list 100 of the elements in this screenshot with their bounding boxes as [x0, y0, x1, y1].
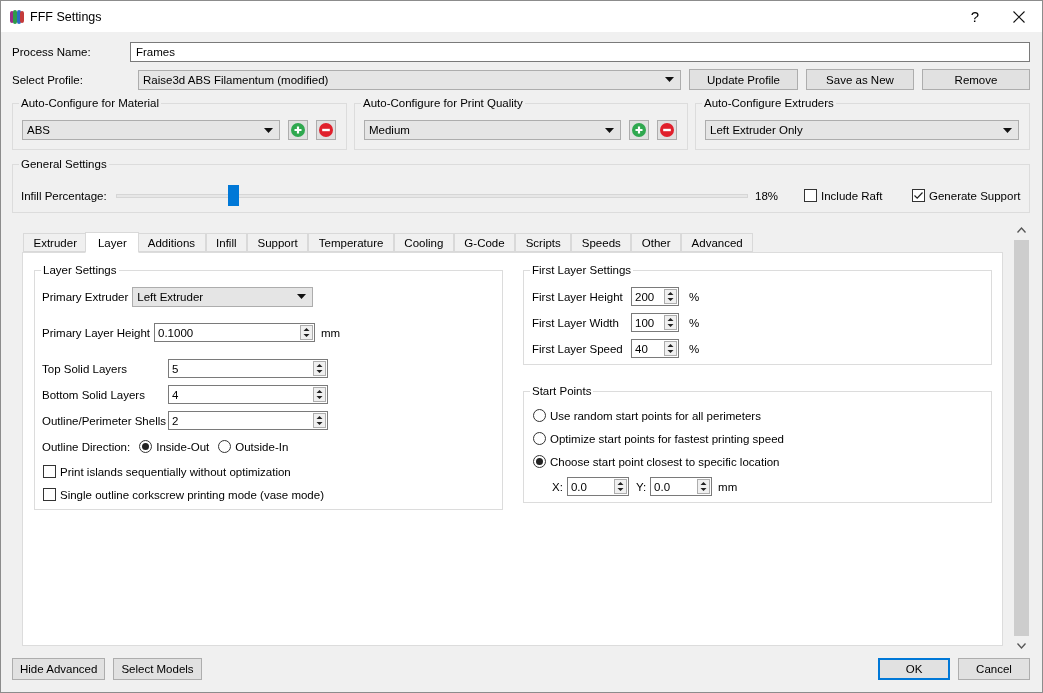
- checkbox[interactable]: [43, 488, 56, 501]
- spin-arrows-icon[interactable]: [613, 479, 627, 494]
- radio-label[interactable]: Use random start points for all perimeters: [550, 409, 761, 422]
- add-button[interactable]: [288, 120, 308, 140]
- tab[interactable]: G-Code: [453, 233, 516, 252]
- checkbox-label[interactable]: Print islands sequentially without optimization: [60, 465, 291, 478]
- spin-box[interactable]: 0.0: [566, 477, 629, 496]
- dropdown[interactable]: ABS: [22, 120, 280, 140]
- field-label: First Layer Height: [532, 290, 623, 303]
- spin-arrows-icon[interactable]: [313, 387, 326, 402]
- checkbox[interactable]: [43, 465, 56, 478]
- checkbox[interactable]: [912, 189, 925, 202]
- spin-box[interactable]: 200: [631, 287, 679, 306]
- tab[interactable]: Speeds: [571, 233, 632, 252]
- plus-circle-icon: [632, 123, 646, 137]
- footer-button[interactable]: Hide Advanced: [12, 658, 106, 680]
- chevron-up-icon[interactable]: [1017, 227, 1026, 233]
- tab[interactable]: Infill: [205, 233, 247, 252]
- dropdown[interactable]: Left Extruder: [132, 286, 314, 307]
- tab[interactable]: Temperature: [308, 233, 394, 252]
- field-label: Primary Layer Height: [42, 326, 150, 339]
- help-button[interactable]: ?: [960, 1, 990, 32]
- group-title: Start Points: [531, 384, 593, 398]
- checkbox-label[interactable]: Single outline corkscrew printing mode (vase mode): [60, 488, 324, 501]
- dialog-button[interactable]: OK: [878, 658, 950, 680]
- footer-button[interactable]: Select Models: [113, 658, 202, 680]
- spin-arrows-icon[interactable]: [697, 479, 711, 494]
- field-label: Y:: [635, 480, 647, 493]
- radio-label[interactable]: Choose start point closest to specific location: [550, 455, 780, 468]
- spin-arrows-icon[interactable]: [313, 413, 326, 428]
- tab[interactable]: Support: [247, 233, 309, 252]
- minus-circle-icon: [660, 123, 674, 137]
- radio-button[interactable]: [533, 432, 546, 445]
- chevron-down-icon[interactable]: [1017, 643, 1026, 649]
- scrollbar-thumb[interactable]: [1014, 240, 1029, 636]
- spin-arrows-icon[interactable]: [664, 289, 677, 304]
- tab[interactable]: Extruder: [23, 233, 88, 252]
- radio-label[interactable]: Inside-Out: [156, 440, 210, 453]
- checkbox-label[interactable]: Generate Support: [929, 189, 1021, 202]
- radio-button[interactable]: [533, 455, 546, 468]
- group-title: Auto-Configure for Print Quality: [362, 96, 524, 110]
- spin-box[interactable]: 40: [631, 339, 679, 358]
- spin-box[interactable]: 100: [631, 313, 679, 332]
- input-field[interactable]: Frames: [130, 42, 1030, 62]
- group-title: Layer Settings: [42, 263, 118, 277]
- radio-label[interactable]: Optimize start points for fastest printing speed: [550, 432, 784, 445]
- field-label: Outline Direction:: [42, 440, 131, 453]
- plus-circle-icon: [291, 123, 305, 137]
- spin-box[interactable]: 2: [168, 411, 328, 430]
- radio-button[interactable]: [533, 409, 546, 422]
- field-label: Top Solid Layers: [42, 362, 129, 375]
- tab[interactable]: Scripts: [515, 233, 572, 252]
- tab[interactable]: Additions: [137, 233, 206, 252]
- field-label: X:: [552, 480, 563, 493]
- spin-arrows-icon[interactable]: [300, 325, 313, 340]
- unit-label: %: [689, 290, 700, 303]
- group-title: First Layer Settings: [531, 263, 633, 277]
- field-label: First Layer Speed: [532, 342, 623, 355]
- profile-button[interactable]: Update Profile: [689, 69, 798, 90]
- spin-arrows-icon[interactable]: [664, 341, 677, 356]
- group-title: Auto-Configure Extruders: [703, 96, 835, 110]
- dropdown[interactable]: Raise3d ABS Filamentum (modified): [138, 69, 681, 90]
- unit-label: %: [689, 342, 700, 355]
- spin-box[interactable]: 5: [168, 359, 328, 378]
- unit-label: %: [689, 316, 700, 329]
- remove-button[interactable]: [316, 120, 336, 140]
- caret-icon: [605, 127, 614, 133]
- dialog-button[interactable]: Cancel: [958, 658, 1030, 680]
- spin-box[interactable]: 4: [168, 385, 328, 404]
- tab[interactable]: Advanced: [681, 233, 754, 252]
- spin-box[interactable]: 0.0: [650, 477, 713, 496]
- tab[interactable]: Layer: [85, 232, 140, 253]
- spin-box[interactable]: 0.1000: [154, 323, 315, 342]
- unit-label: mm: [321, 326, 341, 339]
- slider-thumb[interactable]: [228, 184, 240, 206]
- profile-button[interactable]: Remove: [922, 69, 1030, 90]
- profile-button[interactable]: Save as New: [806, 69, 914, 90]
- field-label: Select Profile:: [12, 73, 84, 86]
- radio-button[interactable]: [218, 440, 232, 453]
- tab[interactable]: Other: [631, 233, 682, 252]
- tab[interactable]: Cooling: [393, 233, 454, 252]
- spin-arrows-icon[interactable]: [313, 361, 326, 376]
- field-label: Bottom Solid Layers: [42, 388, 146, 401]
- radio-button[interactable]: [139, 440, 153, 453]
- spin-arrows-icon[interactable]: [664, 315, 677, 330]
- field-label: Primary Extruder: [42, 290, 129, 303]
- add-button[interactable]: [629, 120, 649, 140]
- checkbox[interactable]: [804, 189, 817, 202]
- checkbox-label[interactable]: Include Raft: [821, 189, 883, 202]
- caret-icon: [1003, 127, 1012, 133]
- field-label: First Layer Width: [532, 316, 620, 329]
- radio-label[interactable]: Outside-In: [235, 440, 289, 453]
- remove-button[interactable]: [657, 120, 677, 140]
- window-title: FFF Settings: [30, 9, 102, 24]
- close-icon: [1013, 10, 1025, 23]
- minus-circle-icon: [319, 123, 333, 137]
- unit-label: mm: [718, 480, 738, 493]
- dropdown[interactable]: Left Extruder Only: [705, 120, 1019, 140]
- slider-label: Infill Percentage:: [21, 189, 108, 202]
- dropdown[interactable]: Medium: [364, 120, 621, 140]
